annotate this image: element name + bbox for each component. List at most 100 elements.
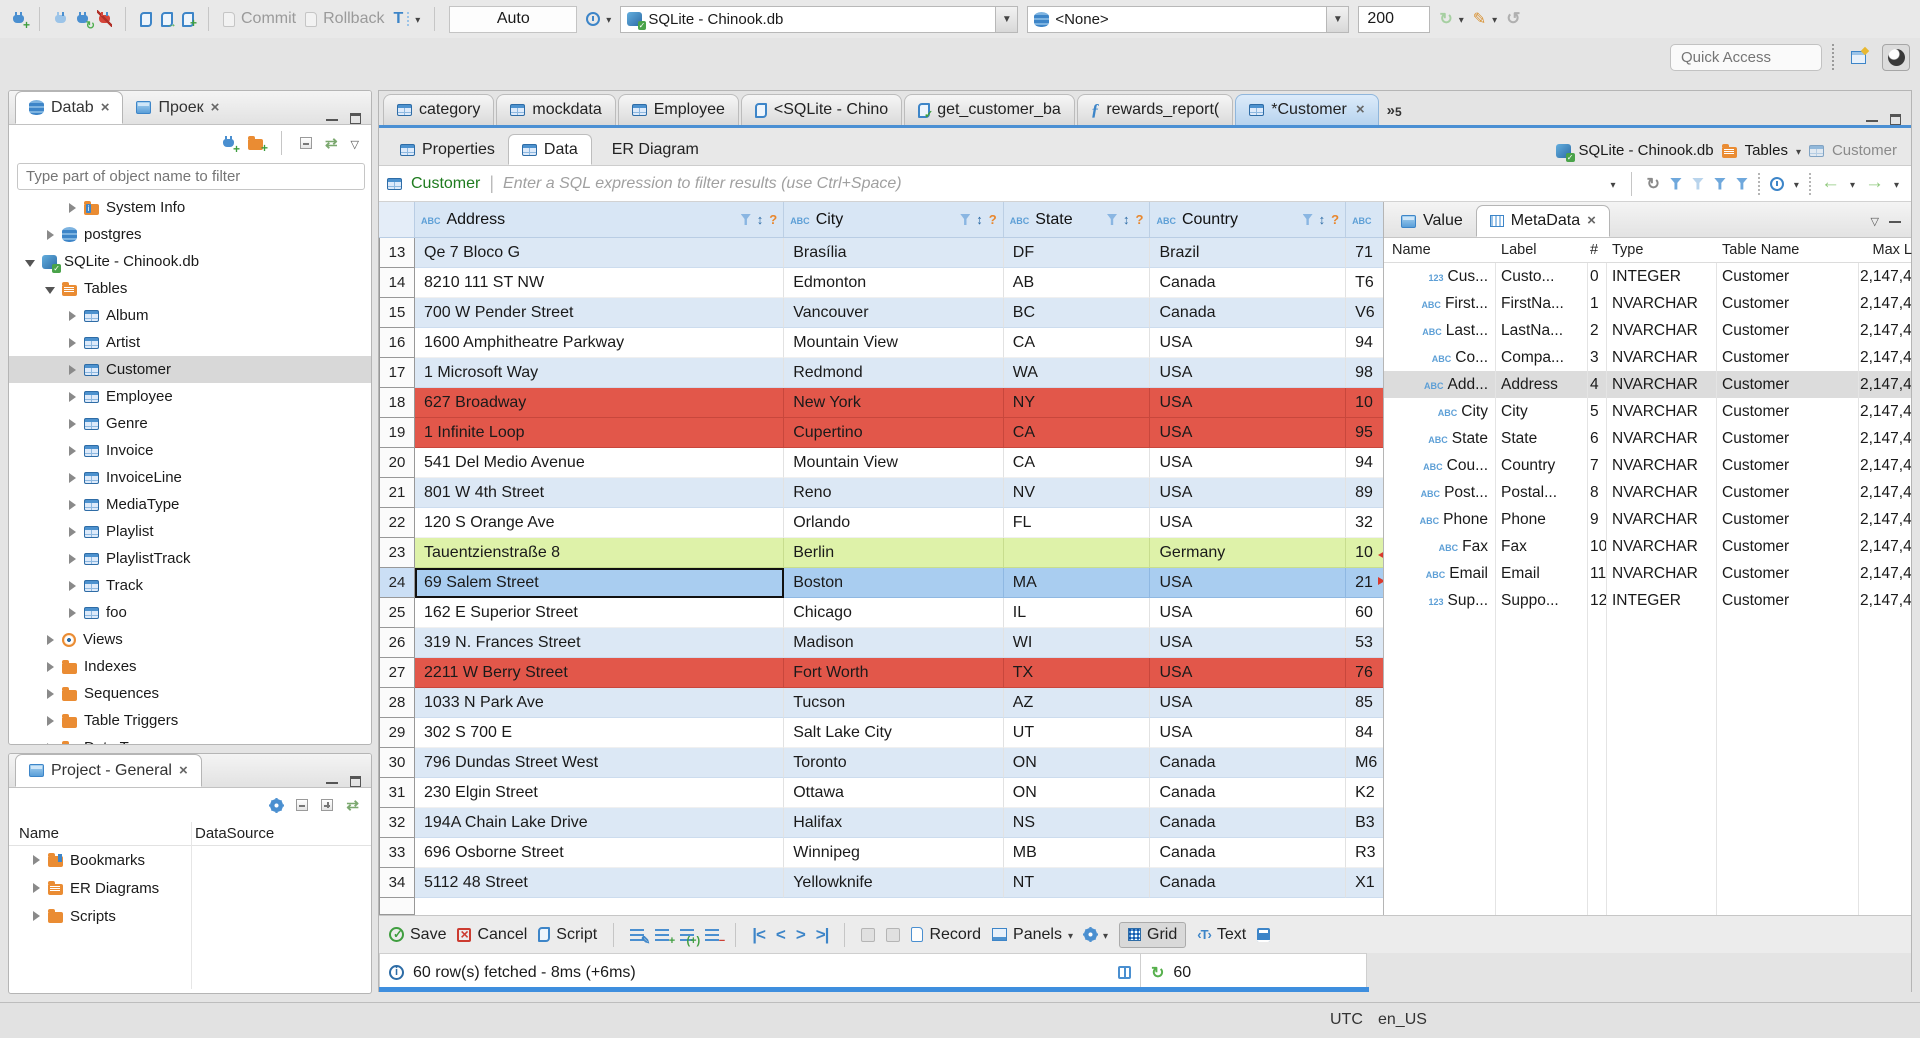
cell-city[interactable]: Cupertino	[784, 418, 1004, 448]
meta-col-number[interactable]: #	[1587, 242, 1606, 258]
cell-address[interactable]: 1 Infinite Loop	[415, 418, 785, 448]
expand-all-icon[interactable]	[321, 799, 334, 811]
cell-address[interactable]: Tauentzienstraße 8	[415, 538, 785, 568]
project-item[interactable]: Scripts	[9, 902, 371, 930]
cell-country[interactable]: USA	[1150, 598, 1347, 628]
expand-arrow-icon[interactable]	[67, 202, 77, 213]
tree-item[interactable]: Artist	[9, 329, 371, 356]
grid-column-header[interactable]: State	[1004, 202, 1151, 237]
filter-history-icon[interactable]	[1610, 175, 1615, 192]
grid-column-header[interactable]: Address	[415, 202, 785, 237]
cell-country[interactable]: Brazil	[1150, 238, 1347, 268]
metadata-row[interactable]: Sup... Suppo... 12 INTEGER Customer 2,14…	[1384, 587, 1912, 614]
collapse-all-icon[interactable]	[296, 799, 309, 811]
edit-row-icon[interactable]: ✎	[630, 928, 650, 946]
cell-postalcode-clipped[interactable]: 94	[1346, 328, 1383, 358]
expand-arrow-icon[interactable]	[45, 634, 55, 645]
refresh-icon[interactable]	[1151, 963, 1164, 983]
column-filter-icon[interactable]	[1302, 214, 1313, 225]
cell-state[interactable]: CA	[1003, 328, 1151, 358]
row-number[interactable]: 28	[379, 688, 415, 718]
tree-item[interactable]: Customer	[9, 356, 371, 383]
duplicate-row-icon[interactable]: (+)	[680, 928, 700, 946]
cell-state[interactable]	[1003, 538, 1151, 568]
expand-arrow-icon[interactable]	[67, 310, 77, 321]
column-hint-icon[interactable]	[1331, 211, 1339, 229]
expand-arrow-icon[interactable]	[67, 472, 77, 483]
cell-postalcode-clipped[interactable]: V6	[1346, 298, 1383, 328]
minimize-icon[interactable]	[326, 779, 338, 784]
cell-country[interactable]: USA	[1150, 388, 1347, 418]
expand-arrow-icon[interactable]	[45, 715, 55, 726]
new-folder-icon[interactable]: +	[247, 136, 268, 154]
cell-city[interactable]: Orlando	[784, 508, 1004, 538]
cell-postalcode-clipped[interactable]: X1	[1346, 868, 1383, 898]
editor-tab[interactable]: rewards_report(	[1076, 94, 1234, 125]
panels-button[interactable]: Panels	[992, 926, 1073, 944]
new-connection-icon[interactable]: +	[12, 11, 30, 31]
metadata-row[interactable]: First... FirstNa... 1 NVARCHAR Customer …	[1384, 290, 1911, 317]
cell-postalcode-clipped[interactable]: B3	[1346, 808, 1383, 838]
metadata-row[interactable]: Phone Phone 9 NVARCHAR Customer 2,147,48…	[1384, 506, 1911, 533]
metadata-row[interactable]: Last... LastNa... 2 NVARCHAR Customer 2,…	[1384, 317, 1911, 344]
auto-refresh-icon[interactable]	[1769, 176, 1784, 191]
editor-tab[interactable]: *Customer	[1235, 94, 1379, 125]
cell-country[interactable]: USA	[1150, 688, 1347, 718]
row-number[interactable]: 27	[379, 658, 415, 688]
undo-icon[interactable]	[1506, 9, 1520, 29]
meta-col-maxlength[interactable]: Max L	[1858, 242, 1913, 258]
expand-arrow-icon[interactable]	[67, 364, 77, 375]
connection-dropdown-button[interactable]: ▼	[995, 6, 1018, 32]
minimize-icon[interactable]	[1866, 117, 1878, 122]
pin-icon[interactable]	[1118, 966, 1131, 979]
new-connection-icon[interactable]: +	[222, 135, 240, 155]
chevron-down-icon[interactable]	[1894, 175, 1899, 192]
cell-postalcode-clipped[interactable]: 71	[1346, 238, 1383, 268]
refresh-icon[interactable]	[1647, 174, 1660, 194]
cell-city[interactable]: Mountain View	[784, 448, 1004, 478]
schema-select[interactable]: <None> ▼	[1027, 5, 1350, 33]
new-sql-script-icon[interactable]: +	[182, 11, 197, 29]
filter-placeholder[interactable]: Enter a SQL expression to filter results…	[503, 175, 1601, 193]
cell-city[interactable]: Fort Worth	[784, 658, 1004, 688]
cell-state[interactable]: NV	[1003, 478, 1151, 508]
metadata-row[interactable]: Email Email 11 NVARCHAR Customer 2,147,4…	[1384, 560, 1911, 587]
editor-subtab[interactable]: ER Diagram	[592, 134, 712, 165]
cell-address[interactable]: 1 Microsoft Way	[415, 358, 785, 388]
cell-state[interactable]: ON	[1003, 748, 1151, 778]
cell-state[interactable]: NT	[1003, 868, 1151, 898]
row-number[interactable]: 15	[379, 298, 415, 328]
row-number[interactable]: 24	[379, 568, 415, 598]
tree-item[interactable]: Data Types	[9, 734, 371, 744]
cell-postalcode-clipped[interactable]: 32	[1346, 508, 1383, 538]
cell-country[interactable]: USA	[1150, 568, 1347, 598]
script-button[interactable]: Script	[538, 926, 597, 944]
expand-arrow-icon[interactable]	[67, 418, 77, 429]
cell-state[interactable]: NY	[1003, 388, 1151, 418]
tree-item[interactable]: Views	[9, 626, 371, 653]
metadata-row[interactable]: Post... Postal... 8 NVARCHAR Customer 2,…	[1384, 479, 1911, 506]
cell-postalcode-clipped[interactable]: R3	[1346, 838, 1383, 868]
row-number[interactable]: 29	[379, 718, 415, 748]
sort-icon[interactable]	[1123, 211, 1130, 229]
maximize-icon[interactable]	[350, 113, 361, 124]
meta-col-type[interactable]: Type	[1606, 242, 1716, 258]
settings-button[interactable]	[1083, 926, 1108, 944]
cell-city[interactable]: New York	[784, 388, 1004, 418]
row-number[interactable]: 25	[379, 598, 415, 628]
cell-state[interactable]: MA	[1003, 568, 1151, 598]
next-row-button[interactable]: >	[796, 925, 806, 945]
add-row-icon[interactable]: +	[655, 928, 675, 946]
editor-tab[interactable]: category	[383, 94, 495, 125]
tree-item[interactable]: Indexes	[9, 653, 371, 680]
collapse-all-icon[interactable]	[299, 137, 312, 149]
cell-postalcode-clipped[interactable]: 89	[1346, 478, 1383, 508]
column-filter-icon[interactable]	[960, 214, 971, 225]
tree-item[interactable]: Track	[9, 572, 371, 599]
column-header-datasource[interactable]: DataSource	[195, 825, 274, 842]
tree-item[interactable]: Sequences	[9, 680, 371, 707]
breadcrumb-tables[interactable]: Tables	[1745, 142, 1788, 159]
cell-state[interactable]: TX	[1003, 658, 1151, 688]
tree-item[interactable]: InvoiceLine	[9, 464, 371, 491]
row-number[interactable]: 20	[379, 448, 415, 478]
